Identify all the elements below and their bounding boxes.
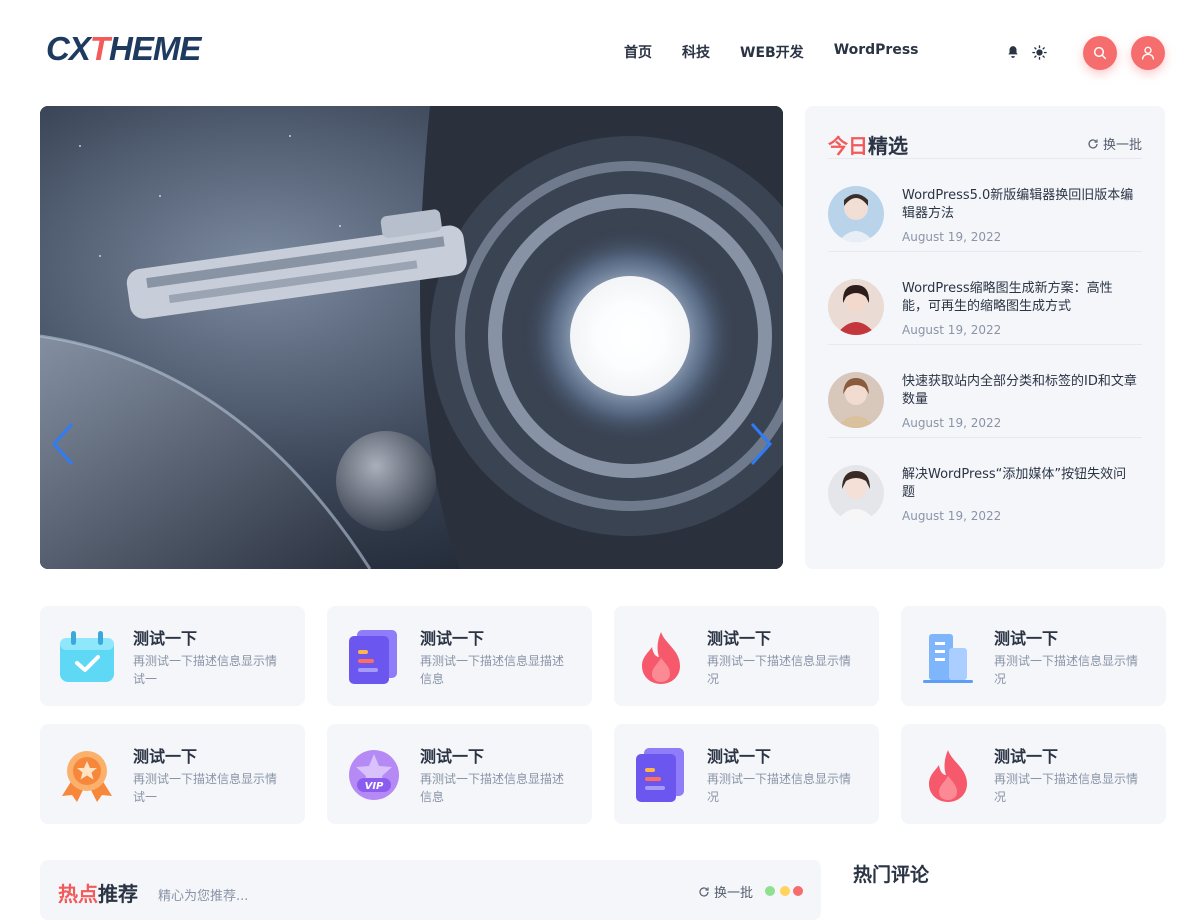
nav-item-tech[interactable]: 科技 — [682, 42, 710, 62]
pick-title[interactable]: WordPress5.0新版编辑器换回旧版本编辑器方法 — [902, 187, 1138, 223]
feature-card[interactable]: 测试一下 再测试一下描述信息显示情况 — [901, 606, 1166, 706]
card-title: 测试一下 — [420, 747, 485, 766]
card-description: 再测试一下描述信息显描述信息 — [420, 654, 565, 686]
pick-date: August 19, 2022 — [902, 509, 1002, 523]
calendar-icon — [60, 631, 114, 682]
indicator-dot-green[interactable] — [765, 886, 775, 896]
hot-recommend-subtitle: 精心为您推荐... — [158, 889, 249, 904]
hot-comments-title: 热门评论 — [853, 864, 930, 886]
card-title: 测试一下 — [707, 747, 772, 766]
card-description: 再测试一下描述信息显示情况 — [994, 772, 1139, 804]
user-icon — [1142, 46, 1154, 60]
card-description: 再测试一下描述信息显示情况 — [707, 654, 852, 686]
hot-recommend-title: 热点推荐 — [58, 882, 138, 906]
refresh-icon — [1088, 138, 1098, 149]
fire-icon — [929, 750, 967, 802]
chevron-right-icon — [750, 422, 773, 466]
card-title: 测试一下 — [420, 629, 485, 648]
pick-item[interactable]: 快速获取站内全部分类和标签的ID和文章数量 August 19, 2022 — [828, 344, 1142, 437]
picks-refresh-label: 换一批 — [1102, 138, 1142, 153]
card-title: 测试一下 — [133, 747, 198, 766]
bell-icon[interactable] — [1005, 44, 1021, 60]
pick-date: August 19, 2022 — [902, 323, 1002, 337]
main-nav: 首页 科技 WEB开发 WordPress — [624, 42, 949, 62]
card-description: 再测试一下描述信息显描述信息 — [420, 772, 565, 804]
building-icon — [923, 634, 973, 683]
site-logo[interactable]: CXTHEME — [46, 30, 201, 68]
feature-card[interactable]: VIP 测试一下 再测试一下描述信息显描述信息 — [327, 724, 592, 824]
indicator-dot-yellow[interactable] — [780, 886, 790, 896]
pick-item[interactable]: WordPress缩略图生成新方案：高性能，可再生的缩略图生成方式 August… — [828, 251, 1142, 344]
picks-refresh-button[interactable]: 换一批 — [1087, 134, 1142, 153]
search-icon — [1093, 46, 1107, 60]
avatar — [828, 372, 884, 428]
feature-card[interactable]: 测试一下 再测试一下描述信息显示情况 — [901, 724, 1166, 824]
vip-icon: VIP — [349, 750, 399, 800]
medal-icon — [62, 751, 112, 802]
hot-refresh-label: 换一批 — [714, 886, 754, 901]
site-header: CXTHEME 首页 科技 WEB开发 WordPress — [0, 0, 1200, 100]
todays-picks-panel: 今日精选 换一批 WordPress5.0新版编辑器换回旧版本编辑器方法 Aug… — [805, 106, 1165, 569]
hero-slide-image — [40, 106, 783, 569]
todays-picks-title: 今日精选 — [828, 134, 908, 158]
document-icon — [636, 748, 684, 802]
card-description: 再测试一下描述信息显示情试一 — [133, 772, 278, 804]
card-description: 再测试一下描述信息显示情况 — [707, 772, 852, 804]
pick-item[interactable]: WordPress5.0新版编辑器换回旧版本编辑器方法 August 19, 2… — [828, 158, 1142, 251]
card-title: 测试一下 — [994, 629, 1059, 648]
search-button[interactable] — [1083, 36, 1117, 70]
nav-item-web-dev[interactable]: WEB开发 — [740, 42, 804, 62]
card-title: 测试一下 — [707, 629, 772, 648]
avatar — [828, 465, 884, 521]
indicator-dot-red[interactable] — [793, 886, 803, 896]
pick-title[interactable]: 解决WordPress“添加媒体”按钮失效问题 — [902, 466, 1138, 502]
hot-recommend-panel: 热点推荐 精心为您推荐... 换一批 — [40, 860, 821, 920]
card-title: 测试一下 — [133, 629, 198, 648]
user-button[interactable] — [1131, 36, 1165, 70]
nav-item-home[interactable]: 首页 — [624, 42, 652, 62]
slider-prev-arrow[interactable] — [48, 422, 78, 466]
hot-refresh-button[interactable]: 换一批 — [698, 882, 753, 901]
refresh-icon — [699, 886, 709, 897]
logo-text-cx: CX — [46, 30, 91, 67]
pick-title[interactable]: 快速获取站内全部分类和标签的ID和文章数量 — [902, 373, 1138, 409]
pick-date: August 19, 2022 — [902, 416, 1002, 430]
feature-card[interactable]: 测试一下 再测试一下描述信息显示情试一 — [40, 724, 305, 824]
card-description: 再测试一下描述信息显示情试一 — [133, 654, 278, 686]
sun-icon[interactable] — [1031, 44, 1047, 60]
card-title: 测试一下 — [994, 747, 1059, 766]
nav-item-wordpress[interactable]: WordPress — [834, 42, 919, 62]
feature-card[interactable]: 测试一下 再测试一下描述信息显描述信息 — [327, 606, 592, 706]
feature-card[interactable]: 测试一下 再测试一下描述信息显示情况 — [614, 724, 879, 824]
slider-next-arrow[interactable] — [746, 422, 776, 466]
feature-card[interactable]: 测试一下 再测试一下描述信息显示情试一 — [40, 606, 305, 706]
pick-title[interactable]: WordPress缩略图生成新方案：高性能，可再生的缩略图生成方式 — [902, 280, 1138, 316]
avatar — [828, 279, 884, 335]
fire-icon — [642, 632, 680, 684]
logo-text-heme: HEME — [109, 30, 201, 67]
card-description: 再测试一下描述信息显示情况 — [994, 654, 1139, 686]
chevron-left-icon — [51, 422, 74, 466]
feature-card[interactable]: 测试一下 再测试一下描述信息显示情况 — [614, 606, 879, 706]
document-icon — [349, 630, 397, 684]
pick-date: August 19, 2022 — [902, 230, 1002, 244]
avatar — [828, 186, 884, 242]
logo-text-t: T — [89, 30, 110, 67]
pick-item[interactable]: 解决WordPress“添加媒体”按钮失效问题 August 19, 2022 — [828, 437, 1142, 530]
vip-label: VIP — [365, 781, 384, 792]
hero-slider[interactable] — [40, 106, 783, 569]
